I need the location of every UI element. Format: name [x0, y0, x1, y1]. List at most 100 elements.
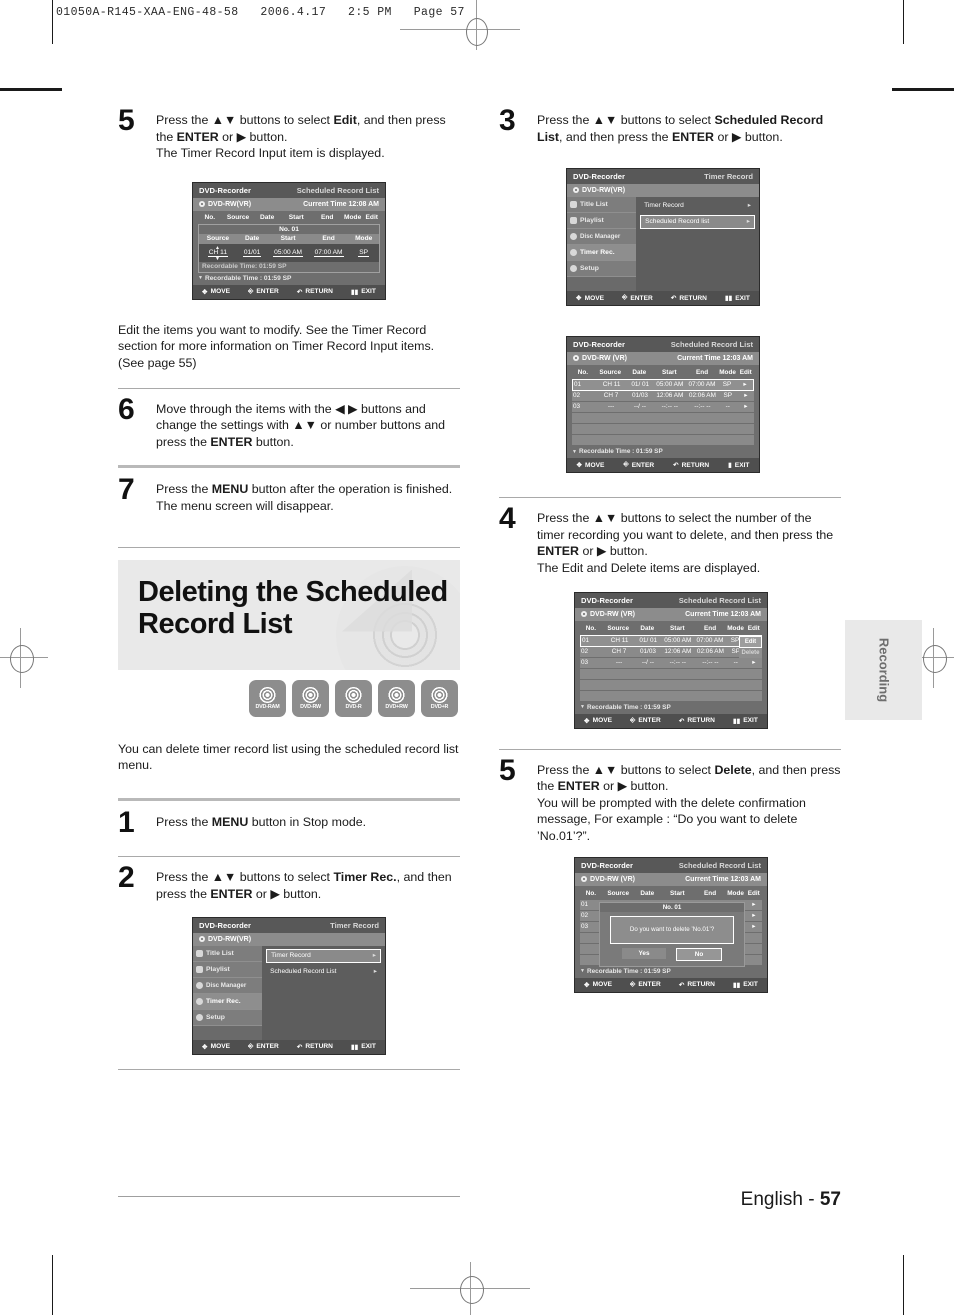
step-text-line2: The Edit and Delete items are displayed.	[537, 560, 761, 575]
table-row[interactable]: 02 CH 7 01/03 12:06 AM 02:06 AM SP	[580, 646, 762, 658]
sidebar-item-disc-manager[interactable]: Disc Manager	[193, 977, 263, 994]
menu-item-timer-record[interactable]: Timer Record ▸	[266, 948, 381, 963]
yes-button[interactable]: Yes	[622, 947, 666, 959]
footer-enter[interactable]: ⎆ ENTER	[630, 981, 661, 989]
sidebar-item-setup[interactable]: Setup	[193, 1009, 263, 1026]
table-row-empty[interactable]	[572, 435, 754, 447]
menu-item-timer-record[interactable]: Timer Record ▸	[640, 200, 755, 213]
spinner-up-icon[interactable]: ▲	[215, 245, 220, 251]
step-5-right: 5 Press the ▲▼ buttons to select Delete,…	[499, 755, 841, 845]
scroll-down-icon[interactable]: ▼	[580, 704, 587, 710]
timer-record-input-panel[interactable]: No. 01 Source Date Start End Mode ▲ ▼ CH…	[198, 223, 380, 273]
footer-move[interactable]: ✥ MOVE	[584, 981, 612, 989]
table-row-empty[interactable]	[580, 679, 762, 691]
step-text-line2: The Timer Record Input item is displayed…	[156, 146, 385, 161]
osd-brand-label: DVD-Recorder	[581, 860, 633, 870]
disc-type-label: DVD-RW (VR)	[573, 355, 627, 362]
return-icon: ↶	[678, 981, 685, 989]
sidebar-item-timer-rec[interactable]: Timer Rec.	[193, 993, 263, 1010]
chevron-right-icon: ▸	[373, 967, 377, 975]
footer-enter[interactable]: ⎆ ENTER	[630, 717, 661, 725]
sidebar-item-title-list[interactable]: Title List	[567, 197, 637, 214]
footer-enter-label: ENTER	[630, 294, 653, 302]
popup-item-delete[interactable]: Delete	[739, 647, 762, 658]
crop-mark-top-left	[52, 0, 53, 44]
footer-move[interactable]: ✥ MOVE	[576, 294, 604, 303]
sidebar-item-disc-manager[interactable]: Disc Manager	[567, 229, 637, 246]
menu-item-scheduled-record-list[interactable]: Scheduled Record list ▸	[640, 215, 755, 230]
footer-exit[interactable]: ▮▮ EXIT	[725, 294, 750, 303]
footer-move-label: MOVE	[210, 288, 230, 296]
sidebar-item-setup[interactable]: Setup	[567, 261, 637, 278]
table-row-empty[interactable]	[572, 424, 754, 436]
footer-return[interactable]: ↶ RETURN	[679, 717, 715, 725]
enter-icon: ⎆	[630, 716, 636, 724]
section-intro: You can delete timer record list using t…	[118, 741, 459, 773]
sidebar-item-playlist[interactable]: Playlist	[193, 961, 263, 978]
step-text-part: buttons to select	[236, 113, 334, 127]
footer-move[interactable]: ✥ MOVE	[577, 461, 605, 470]
cell-edit-arrow-icon[interactable]: ▸	[746, 922, 762, 932]
footer-move[interactable]: ✥ MOVE	[202, 288, 230, 296]
cell-edit-arrow-icon[interactable]: ▸	[746, 658, 762, 668]
scroll-down-icon[interactable]: ▼	[580, 968, 587, 974]
spinner-down-icon[interactable]: ▼	[215, 256, 220, 262]
footer-return[interactable]: ↶ RETURN	[679, 981, 715, 989]
table-row[interactable]: 03 --- --/ -- --:-- -- --:-- -- -- ▸	[572, 402, 754, 414]
footer-exit[interactable]: ▮ EXIT	[728, 461, 749, 470]
footer-exit[interactable]: ▮▮ EXIT	[733, 717, 758, 725]
side-tab-label: Recording	[876, 637, 891, 703]
table-row-empty[interactable]	[572, 413, 754, 425]
sidebar-item-title-list[interactable]: Title List	[193, 945, 263, 962]
menu-item-scheduled-record-list[interactable]: Scheduled Record List ▸	[266, 965, 381, 978]
footer-exit-label: EXIT	[361, 288, 376, 296]
cell-date: 01/ 01	[631, 381, 650, 389]
badge-dvd-r: DVD-R	[335, 679, 372, 717]
value-mode[interactable]: SP	[348, 249, 379, 257]
sidebar-item-playlist[interactable]: Playlist	[567, 213, 637, 230]
footer-return[interactable]: ↶ RETURN	[673, 461, 709, 470]
scroll-down-icon[interactable]: ▼	[572, 449, 579, 455]
footer-move-label: MOVE	[592, 981, 612, 989]
value-start[interactable]: 05:00 AM	[267, 249, 308, 257]
value-date[interactable]: 01/01	[237, 249, 268, 257]
footer-enter[interactable]: ⎆ ENTER	[248, 1043, 279, 1051]
badge-label: DVD-RAM	[255, 703, 280, 710]
value-end[interactable]: 07:00 AM	[309, 249, 349, 257]
no-button[interactable]: No	[676, 947, 722, 961]
footer-exit[interactable]: ▮▮ EXIT	[351, 1043, 376, 1051]
divider	[118, 856, 460, 858]
footer-enter[interactable]: ⎆ ENTER	[623, 461, 654, 469]
footer-enter[interactable]: ⎆ ENTER	[248, 288, 279, 296]
popup-item-edit[interactable]: Edit	[739, 635, 762, 648]
cell-edit-arrow-icon[interactable]: ▸	[746, 900, 762, 910]
table-row[interactable]: 01 CH 11 01/ 01 05:00 AM 07:00 AM SP	[580, 634, 762, 647]
footer-exit[interactable]: ▮▮ EXIT	[733, 981, 758, 989]
footer-enter[interactable]: ⎆ ENTER	[622, 294, 653, 302]
footer-return[interactable]: ↶ RETURN	[671, 294, 707, 303]
menu-item-label: Scheduled Record list	[645, 218, 710, 226]
col-date: Date	[640, 889, 655, 897]
table-row-empty[interactable]	[580, 668, 762, 680]
updown-arrows-icon: ▲▼	[211, 113, 237, 127]
table-row[interactable]: 02 CH 7 01/03 12:06 AM 02:06 AM SP ▸	[572, 391, 754, 403]
cell-edit-arrow-icon[interactable]: ▸	[746, 911, 762, 921]
step-text-line2: The menu screen will disappear.	[156, 498, 334, 513]
footer-return[interactable]: ↶ RETURN	[297, 1043, 333, 1051]
cell-edit-arrow-icon[interactable]: ▸	[737, 380, 753, 390]
table-row[interactable]: 03 --- --/ -- --:-- -- --:-- -- -- ▸	[580, 657, 762, 669]
cell-edit-arrow-icon[interactable]: ▸	[738, 402, 754, 412]
footer-move[interactable]: ✥ MOVE	[584, 717, 612, 725]
footer-exit[interactable]: ▮▮ EXIT	[351, 288, 376, 296]
disc-icon	[581, 875, 587, 882]
col-edit: Edit	[747, 624, 760, 632]
panel-value-row[interactable]: ▲ ▼ CH 11 01/01 05:00 AM 07:00 AM SP	[199, 243, 379, 262]
footer-return[interactable]: ↶ RETURN	[297, 288, 333, 296]
footer-move[interactable]: ✥ MOVE	[202, 1043, 230, 1051]
cell-edit-arrow-icon[interactable]: ▸	[738, 391, 754, 401]
recordable-time: Recordable Time : 01:59 SP	[205, 274, 292, 282]
scroll-down-icon[interactable]: ▼	[198, 275, 205, 281]
sidebar-item-timer-rec[interactable]: Timer Rec.	[567, 245, 637, 262]
table-row-empty[interactable]	[580, 690, 762, 702]
table-row[interactable]: 01 CH 11 01/ 01 05:00 AM 07:00 AM SP ▸	[572, 379, 754, 392]
